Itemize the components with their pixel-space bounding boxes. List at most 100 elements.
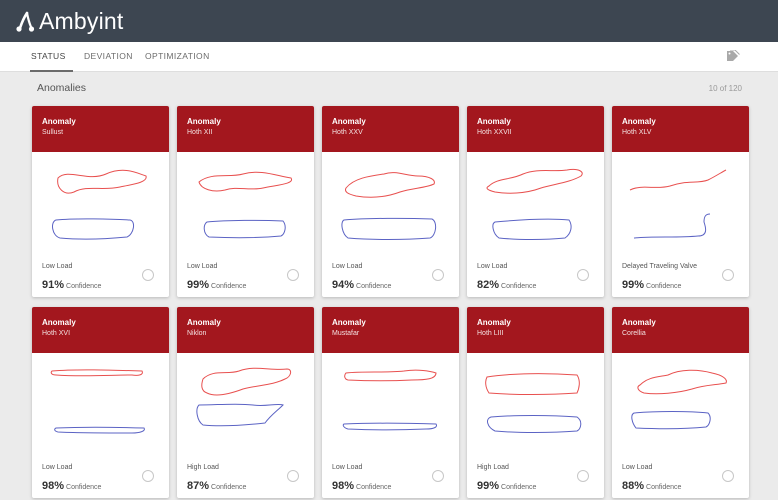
card-confidence: 99% Confidence: [187, 275, 246, 293]
dynocard-plot: [485, 373, 582, 433]
card-confidence: 94% Confidence: [332, 275, 391, 293]
card-title: Anomaly: [477, 117, 511, 126]
dynocard-plot: [631, 369, 727, 430]
card-status: Low Load: [187, 263, 218, 270]
active-tab-indicator: [30, 70, 73, 72]
select-radio[interactable]: [287, 470, 299, 482]
card-well-name: Hoth LIII: [477, 330, 504, 337]
card-well-name: Hoth XLV: [622, 129, 652, 136]
confidence-value: 98%: [332, 480, 355, 492]
dynocard-plot: [342, 369, 437, 431]
confidence-label: Confidence: [646, 283, 682, 290]
card-status: Low Load: [332, 263, 363, 270]
app-logo[interactable]: Ambyint: [15, 6, 123, 36]
confidence-value: 88%: [622, 480, 645, 492]
card-header: Anomaly Niklon: [177, 307, 314, 353]
anomaly-card[interactable]: Anomaly Hoth XXV Low Load 94% Confidence: [322, 106, 459, 297]
card-status: Low Load: [42, 263, 73, 270]
select-radio[interactable]: [577, 269, 589, 281]
card-status: Low Load: [332, 464, 363, 471]
dynocard-plot: [198, 171, 293, 239]
anomaly-card[interactable]: Anomaly Hoth LIII High Load 99% Confidenc…: [467, 307, 604, 498]
card-well-name: Hoth XVI: [42, 330, 71, 337]
confidence-value: 82%: [477, 279, 500, 291]
confidence-label: Confidence: [356, 283, 392, 290]
card-title: Anomaly: [622, 117, 656, 126]
tab-bar: STATUS DEVIATION OPTIMIZATION: [0, 42, 778, 72]
card-status: Low Load: [477, 263, 508, 270]
tab-optimization[interactable]: OPTIMIZATION: [145, 51, 210, 61]
card-title: Anomaly: [332, 117, 366, 126]
select-radio[interactable]: [722, 269, 734, 281]
card-header: Anomaly Corellia: [612, 307, 749, 353]
select-radio[interactable]: [287, 269, 299, 281]
tab-deviation[interactable]: DEVIATION: [84, 51, 133, 61]
card-confidence: 91% Confidence: [42, 275, 101, 293]
anomaly-card[interactable]: Anomaly Hoth XVI Low Load 98% Confidence: [32, 307, 169, 498]
card-well-name: Hoth XII: [187, 129, 213, 136]
section-title: Anomalies: [37, 82, 87, 94]
confidence-value: 99%: [622, 279, 645, 291]
anomaly-card[interactable]: Anomaly Corellia Low Load 88% Confidence: [612, 307, 749, 498]
confidence-label: Confidence: [211, 484, 247, 491]
anomaly-card[interactable]: Anomaly Hoth XXVII Low Load 82% Confidenc…: [467, 106, 604, 297]
select-radio[interactable]: [722, 470, 734, 482]
card-well-name: Sullust: [42, 129, 64, 136]
card-confidence: 87% Confidence: [187, 476, 246, 494]
card-title: Anomaly: [187, 318, 221, 327]
confidence-label: Confidence: [501, 283, 537, 290]
card-title: Anomaly: [622, 318, 656, 327]
confidence-value: 87%: [187, 480, 210, 492]
anomaly-card[interactable]: Anomaly Hoth XII Low Load 99% Confidence: [177, 106, 314, 297]
card-confidence: 98% Confidence: [42, 476, 101, 494]
confidence-label: Confidence: [356, 484, 392, 491]
confidence-value: 99%: [477, 480, 500, 492]
card-header: Anomaly Hoth XII: [177, 106, 314, 152]
anomaly-card[interactable]: Anomaly Niklon High Load 87% Confidence: [177, 307, 314, 498]
dynocard-plot: [196, 367, 292, 427]
card-header: Anomaly Hoth XVI: [32, 307, 169, 353]
tab-status[interactable]: STATUS: [31, 51, 66, 61]
card-header: Anomaly Hoth XXV: [322, 106, 459, 152]
select-radio[interactable]: [577, 470, 589, 482]
card-title: Anomaly: [42, 117, 76, 126]
logo-icon: [16, 11, 35, 32]
card-header: Anomaly Mustafar: [322, 307, 459, 353]
card-confidence: 99% Confidence: [622, 275, 681, 293]
confidence-label: Confidence: [211, 283, 247, 290]
select-radio[interactable]: [432, 470, 444, 482]
dynocard-plot: [341, 172, 437, 240]
result-count: 10 of 120: [708, 84, 742, 93]
confidence-value: 98%: [42, 480, 65, 492]
confidence-label: Confidence: [66, 484, 102, 491]
dynocard-plot: [486, 169, 583, 240]
card-status: High Load: [477, 464, 509, 471]
select-radio[interactable]: [142, 470, 154, 482]
card-header: Anomaly Sullust: [32, 106, 169, 152]
card-confidence: 98% Confidence: [332, 476, 391, 494]
card-title: Anomaly: [332, 318, 366, 327]
confidence-value: 94%: [332, 279, 355, 291]
card-well-name: Niklon: [187, 330, 207, 337]
confidence-label: Confidence: [66, 283, 102, 290]
card-confidence: 88% Confidence: [622, 476, 681, 494]
card-title: Anomaly: [477, 318, 511, 327]
card-confidence: 99% Confidence: [477, 476, 536, 494]
select-radio[interactable]: [432, 269, 444, 281]
card-title: Anomaly: [42, 318, 76, 327]
anomaly-card[interactable]: Anomaly Hoth XLV Delayed Traveling Valve…: [612, 106, 749, 297]
top-bar: Ambyint: [0, 0, 778, 42]
confidence-label: Confidence: [501, 484, 537, 491]
anomaly-card[interactable]: Anomaly Sullust Low Load 91% Confidence: [32, 106, 169, 297]
card-well-name: Hoth XXVII: [477, 129, 512, 136]
card-status: Delayed Traveling Valve: [622, 263, 697, 270]
dynocard-plot: [629, 169, 727, 239]
tag-icon[interactable]: [726, 50, 740, 62]
confidence-label: Confidence: [646, 484, 682, 491]
select-radio[interactable]: [142, 269, 154, 281]
confidence-value: 91%: [42, 279, 65, 291]
anomaly-card[interactable]: Anomaly Mustafar Low Load 98% Confidence: [322, 307, 459, 498]
card-header: Anomaly Hoth LIII: [467, 307, 604, 353]
dynocard-plot: [52, 169, 147, 240]
card-confidence: 82% Confidence: [477, 275, 536, 293]
